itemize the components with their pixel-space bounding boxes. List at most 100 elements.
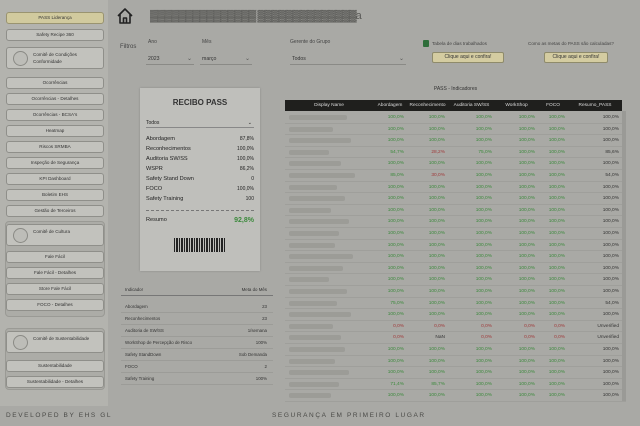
- mes-select[interactable]: março ⌄: [200, 54, 252, 65]
- table-cell: 100,0%: [548, 219, 565, 225]
- table-cell: 100,0%: [428, 231, 445, 236]
- table-cell: 100,0%: [602, 265, 619, 271]
- table-row[interactable]: 100,0% 100,0% 100,0% 100,0% 100,0% 100,0%: [285, 344, 626, 356]
- table-cell: 28,2%: [431, 149, 445, 155]
- nav-pass-lideranca[interactable]: PASS Liderança: [6, 12, 104, 24]
- nav-ocorrencias[interactable]: Ocorrências: [6, 77, 104, 89]
- table-cell: 100,0%: [548, 138, 565, 144]
- table-cell: 100,0%: [518, 138, 535, 144]
- table-row[interactable]: 100,0% 100,0% 100,0% 100,0% 100,0% 100,0%: [285, 135, 626, 147]
- nav-ocorrencias-bcsa[interactable]: Ocorrências - BCSA's: [6, 109, 104, 121]
- nav-heatmap[interactable]: Heatmap: [6, 125, 104, 137]
- nav-riscos[interactable]: Riscos SRMBA: [6, 141, 104, 153]
- table-cell: 100,0%: [602, 277, 619, 283]
- chevron-down-icon: ⌄: [398, 56, 404, 62]
- nav-terceiros[interactable]: Gestão de Terceiros: [6, 205, 104, 217]
- table-row[interactable]: 100,0% 100,0% 100,0% 100,0% 100,0% 100,0%: [285, 112, 626, 124]
- table-row[interactable]: 54,7% 28,2% 75,0% 100,0% 100,0% 85,6%: [285, 147, 626, 159]
- nav-store-fale-facil[interactable]: Store Fale Fácil: [6, 283, 104, 295]
- nav-foco-detalhes[interactable]: FOCO - Detalhes: [6, 299, 104, 311]
- table-cell: 100,0%: [518, 173, 535, 178]
- table-cell: 100,0%: [518, 289, 535, 294]
- recibo-row-value: 100: [245, 196, 254, 202]
- redacted-name: [289, 196, 345, 202]
- column-header[interactable]: FOCO: [538, 100, 568, 111]
- table-cell: 100,0%: [548, 347, 565, 352]
- table-cell: 54,0%: [605, 173, 619, 178]
- recibo-dropdown[interactable]: Todos ⌄: [146, 118, 254, 128]
- table-row[interactable]: 100,0% 100,0% 100,0% 100,0% 100,0% 100,0%: [285, 205, 626, 217]
- nav-fale-facil[interactable]: Fale Fácil: [6, 251, 104, 263]
- nav-sustentabilidade-detalhes[interactable]: Sustentabilidade - Detalhes: [6, 376, 104, 388]
- table-row[interactable]: 0,0% NaN 0,0% 0,0% 0,0% Unverified: [285, 332, 626, 344]
- table-row[interactable]: 100,0% 100,0% 100,0% 100,0% 100,0% 100,0%: [285, 356, 626, 368]
- table-cell: 100,0%: [518, 242, 535, 248]
- column-header[interactable]: Auditoria SW/SS: [448, 100, 495, 111]
- table-cell: 100,0%: [387, 219, 404, 225]
- ano-select[interactable]: 2023 ⌄: [146, 54, 194, 65]
- gerente-select[interactable]: Todos ⌄: [290, 54, 406, 65]
- table-row[interactable]: 100,0% 100,0% 100,0% 100,0% 100,0% 100,0%: [285, 158, 626, 170]
- table-row[interactable]: 100,0% 100,0% 100,0% 100,0% 100,0% 100,0%: [285, 286, 626, 298]
- table-row[interactable]: 100,0% 100,0% 100,0% 100,0% 100,0% 100,0%: [285, 124, 626, 136]
- table-cell: 100,0%: [475, 138, 492, 144]
- nav-sustentabilidade[interactable]: Sustentabilidade: [6, 360, 104, 372]
- table-cell: 0,0%: [554, 335, 565, 341]
- page-title: ▓▓▓▓▓▓▓▓▓▓▓▓▓▓▓ ▓▓▓▓▓▓▓▓▓▓▓▓▓▓a: [150, 10, 362, 22]
- recibo-row: FOCO 100,0%: [146, 186, 254, 194]
- table-cell: 100,0%: [548, 381, 565, 387]
- table-row[interactable]: 100,0% 100,0% 100,0% 100,0% 100,0% 100,0%: [285, 240, 626, 252]
- home-icon[interactable]: [116, 7, 134, 25]
- column-header[interactable]: WorkShop: [495, 100, 538, 111]
- sustentabilidade-icon: [13, 335, 28, 350]
- redacted-name: [289, 277, 329, 283]
- table-row[interactable]: 100,0% 100,0% 100,0% 100,0% 100,0% 100,0%: [285, 274, 626, 286]
- redacted-name: [289, 312, 351, 318]
- recibo-total-value: 92,8%: [234, 217, 254, 224]
- table-row[interactable]: 71,4% 85,7% 100,0% 100,0% 100,0% 100,0%: [285, 379, 626, 391]
- nav-fale-facil-detalhes[interactable]: Fale Fácil - Detalhes: [6, 267, 104, 279]
- column-header[interactable]: Reconhecimento: [407, 100, 448, 111]
- table-row[interactable]: 100,0% 100,0% 100,0% 100,0% 100,0% 100,0%: [285, 390, 626, 402]
- table-row: Safety StandDown Sob Demanda: [121, 350, 273, 361]
- table-row[interactable]: 75,0% 100,0% 100,0% 100,0% 100,0% 54,0%: [285, 298, 626, 310]
- table-cell: 85,6%: [605, 149, 619, 155]
- tabela-button[interactable]: Clique aqui e confira!: [432, 52, 504, 63]
- table-cell: 100,0%: [475, 347, 492, 352]
- table-cell: 100,0%: [387, 207, 404, 213]
- table-row[interactable]: 100,0% 100,0% 100,0% 100,0% 100,0% 100,0%: [285, 216, 626, 228]
- table-row[interactable]: 100,0% 100,0% 100,0% 100,0% 100,0% 100,0%: [285, 367, 626, 379]
- table-scrollbar[interactable]: [622, 111, 626, 401]
- table-cell: 100,0%: [387, 393, 404, 399]
- table-cell: 0,0%: [393, 335, 404, 341]
- table-row[interactable]: 100,0% 100,0% 100,0% 100,0% 100,0% 100,0%: [285, 251, 626, 263]
- table-cell: 100,0%: [518, 149, 535, 155]
- nav-comite-condicoes[interactable]: Comitê de Condições Conformidade: [6, 47, 104, 69]
- nav-ocorrencias-detalhes[interactable]: Ocorrências - Detalhes: [6, 93, 104, 105]
- nav-safety-recipe[interactable]: Safety Recipe 360: [6, 29, 104, 41]
- table-row[interactable]: 100,0% 100,0% 100,0% 100,0% 100,0% 100,0%: [285, 263, 626, 275]
- recibo-title: RECIBO PASS: [172, 98, 228, 107]
- metas-cell-value: Sob Demanda: [238, 352, 267, 357]
- table-row[interactable]: 100,0% 100,0% 100,0% 100,0% 100,0% 100,0%: [285, 309, 626, 321]
- redacted-name: [289, 149, 329, 155]
- column-header[interactable]: Display Name: [285, 100, 373, 111]
- table-row[interactable]: 100,0% 100,0% 100,0% 100,0% 100,0% 100,0%: [285, 182, 626, 194]
- nav-inspecao[interactable]: Inspeção de Segurança: [6, 157, 104, 169]
- table-cell: 100,0%: [518, 196, 535, 202]
- nav-comite-cultura[interactable]: Comitê de Cultura: [6, 224, 104, 246]
- table-row[interactable]: 0,0% 0,0% 0,0% 0,0% 0,0% Unverified: [285, 321, 626, 333]
- column-header[interactable]: Resumo_PASS: [568, 100, 622, 111]
- nav-kpi[interactable]: KPI Dashboard: [6, 173, 104, 185]
- table-row[interactable]: 100,0% 100,0% 100,0% 100,0% 100,0% 100,0%: [285, 228, 626, 240]
- table-row[interactable]: 100,0% 100,0% 100,0% 100,0% 100,0% 100,0%: [285, 193, 626, 205]
- table-cell: 100,0%: [602, 381, 619, 387]
- table-row[interactable]: 85,0% 30,0% 100,0% 100,0% 100,0% 54,0%: [285, 170, 626, 182]
- nav-boletim[interactable]: Boletim EHS: [6, 189, 104, 201]
- table-cell: 100,0%: [602, 138, 619, 144]
- nav-comite-sustentabilidade[interactable]: Comitê de Sustentabilidade: [6, 331, 104, 353]
- como-button[interactable]: Clique aqui e confira!: [544, 52, 608, 63]
- table-cell: 100,0%: [475, 196, 492, 202]
- column-header[interactable]: Abordagem: [373, 100, 407, 111]
- table-cell: 100,0%: [518, 184, 535, 190]
